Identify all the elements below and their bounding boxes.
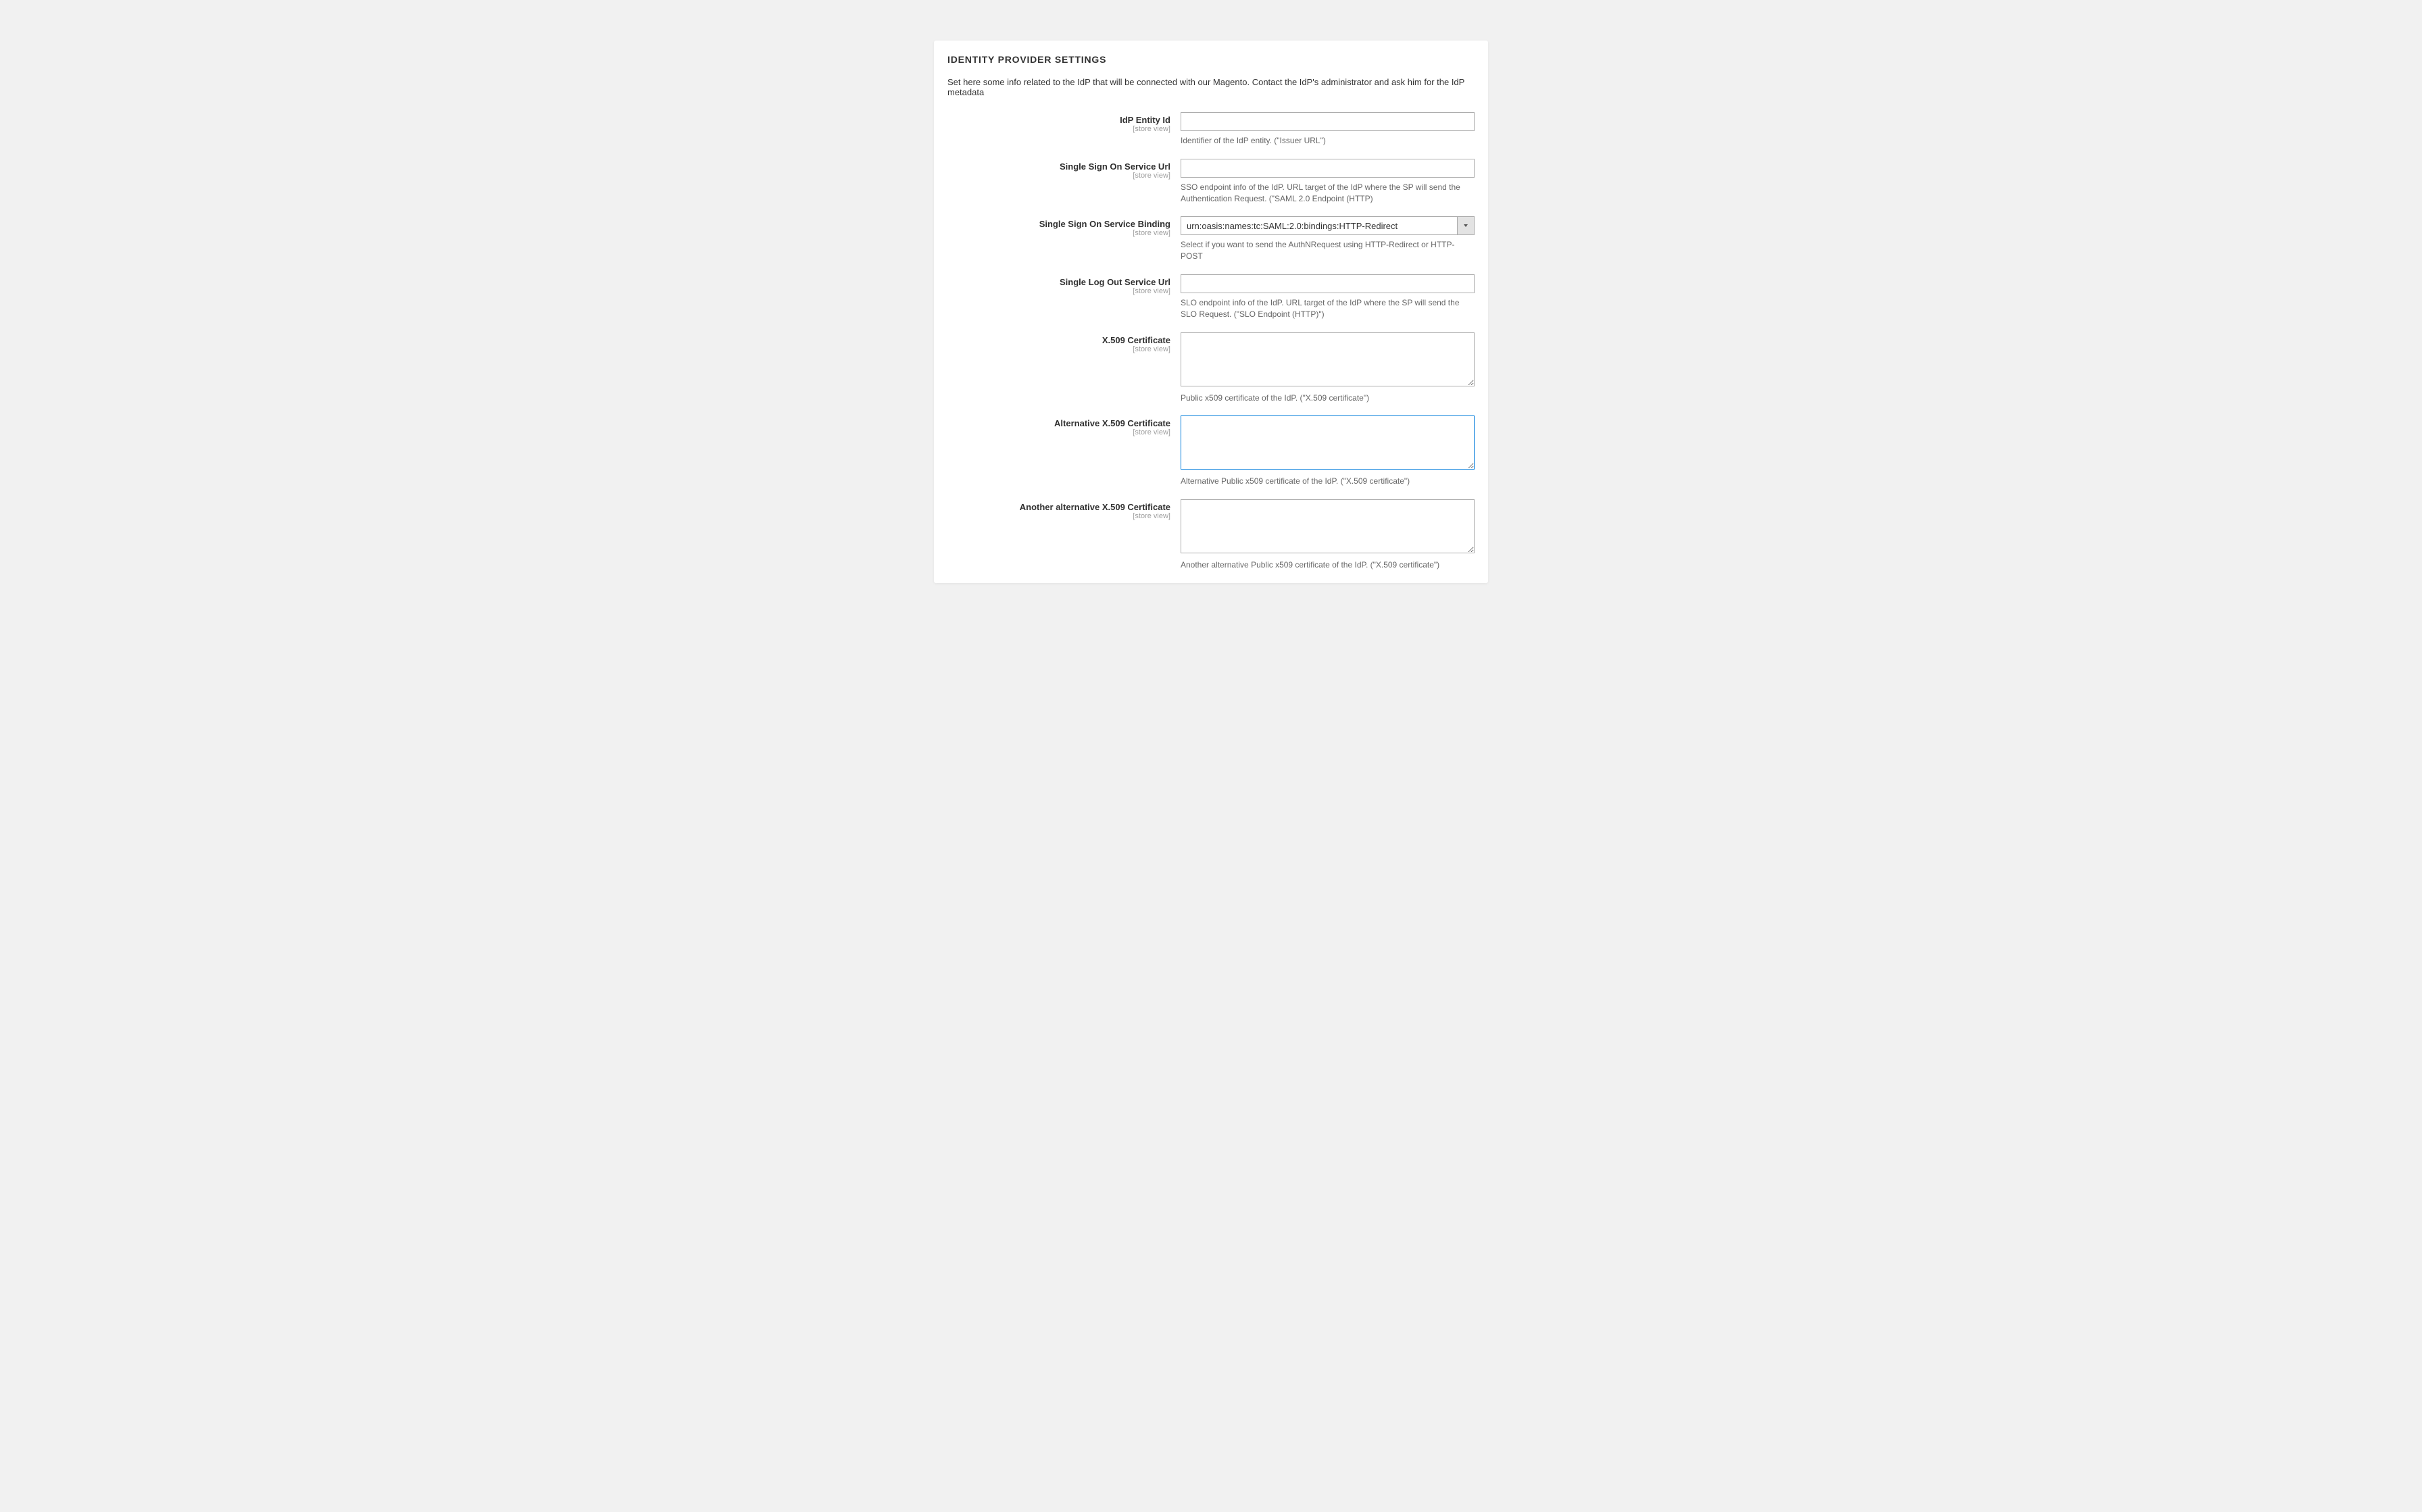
help-text-sso-url: SSO endpoint info of the IdP. URL target… <box>1181 182 1475 205</box>
help-text-another-alt-x509-cert: Another alternative Public x509 certific… <box>1181 559 1475 571</box>
scope-label: [store view] <box>947 428 1170 436</box>
sso-binding-select[interactable]: urn:oasis:names:tc:SAML:2.0:bindings:HTT… <box>1181 216 1475 235</box>
field-row-idp-entity-id: IdP Entity Id [store view] Identifier of… <box>947 112 1475 147</box>
help-text-x509-cert: Public x509 certificate of the IdP. ("X.… <box>1181 393 1475 404</box>
help-text-sso-binding: Select if you want to send the AuthNRequ… <box>1181 239 1475 262</box>
field-label-another-alt-x509-cert: Another alternative X.509 Certificate <box>947 502 1170 512</box>
field-label-x509-cert: X.509 Certificate <box>947 335 1170 345</box>
scope-label: [store view] <box>947 512 1170 520</box>
help-text-idp-entity-id: Identifier of the IdP entity. ("Issuer U… <box>1181 135 1475 147</box>
field-row-sso-binding: Single Sign On Service Binding [store vi… <box>947 216 1475 262</box>
identity-provider-settings-panel: IDENTITY PROVIDER SETTINGS Set here some… <box>934 41 1488 583</box>
field-row-slo-url: Single Log Out Service Url [store view] … <box>947 274 1475 320</box>
another-alt-x509-cert-textarea[interactable] <box>1181 499 1475 553</box>
field-label-idp-entity-id: IdP Entity Id <box>947 115 1170 125</box>
label-col: Another alternative X.509 Certificate [s… <box>947 499 1181 571</box>
input-col: Identifier of the IdP entity. ("Issuer U… <box>1181 112 1475 147</box>
scope-label: [store view] <box>947 229 1170 237</box>
help-text-slo-url: SLO endpoint info of the IdP. URL target… <box>1181 297 1475 320</box>
label-col: Single Log Out Service Url [store view] <box>947 274 1181 320</box>
field-label-sso-url: Single Sign On Service Url <box>947 161 1170 172</box>
scope-label: [store view] <box>947 125 1170 133</box>
label-col: IdP Entity Id [store view] <box>947 112 1181 147</box>
sso-url-input[interactable] <box>1181 159 1475 178</box>
scope-label: [store view] <box>947 172 1170 180</box>
idp-entity-id-input[interactable] <box>1181 112 1475 131</box>
field-row-another-alt-x509-cert: Another alternative X.509 Certificate [s… <box>947 499 1475 571</box>
panel-title: IDENTITY PROVIDER SETTINGS <box>947 54 1475 65</box>
input-col: Another alternative Public x509 certific… <box>1181 499 1475 571</box>
input-col: urn:oasis:names:tc:SAML:2.0:bindings:HTT… <box>1181 216 1475 262</box>
input-col: SSO endpoint info of the IdP. URL target… <box>1181 159 1475 205</box>
field-row-x509-cert: X.509 Certificate [store view] Public x5… <box>947 332 1475 404</box>
help-text-alt-x509-cert: Alternative Public x509 certificate of t… <box>1181 476 1475 487</box>
field-row-alt-x509-cert: Alternative X.509 Certificate [store vie… <box>947 415 1475 487</box>
input-col: Public x509 certificate of the IdP. ("X.… <box>1181 332 1475 404</box>
slo-url-input[interactable] <box>1181 274 1475 293</box>
scope-label: [store view] <box>947 287 1170 295</box>
field-row-sso-url: Single Sign On Service Url [store view] … <box>947 159 1475 205</box>
field-label-alt-x509-cert: Alternative X.509 Certificate <box>947 418 1170 428</box>
panel-description: Set here some info related to the IdP th… <box>947 77 1475 97</box>
label-col: Single Sign On Service Url [store view] <box>947 159 1181 205</box>
input-col: SLO endpoint info of the IdP. URL target… <box>1181 274 1475 320</box>
label-col: Single Sign On Service Binding [store vi… <box>947 216 1181 262</box>
x509-cert-textarea[interactable] <box>1181 332 1475 386</box>
field-label-sso-binding: Single Sign On Service Binding <box>947 219 1170 229</box>
label-col: X.509 Certificate [store view] <box>947 332 1181 404</box>
scope-label: [store view] <box>947 345 1170 353</box>
label-col: Alternative X.509 Certificate [store vie… <box>947 415 1181 487</box>
field-label-slo-url: Single Log Out Service Url <box>947 277 1170 287</box>
select-wrap: urn:oasis:names:tc:SAML:2.0:bindings:HTT… <box>1181 216 1475 235</box>
input-col: Alternative Public x509 certificate of t… <box>1181 415 1475 487</box>
alt-x509-cert-textarea[interactable] <box>1181 415 1475 470</box>
